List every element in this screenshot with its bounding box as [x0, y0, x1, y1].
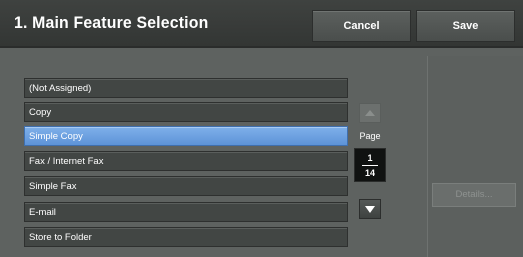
details-button[interactable]: Details...: [432, 183, 516, 207]
side-panel: [427, 56, 523, 257]
page-divider: [362, 165, 378, 166]
list-item-fax-internet-fax[interactable]: Fax / Internet Fax: [24, 151, 348, 171]
save-button[interactable]: Save: [416, 10, 515, 42]
triangle-down-icon: [365, 205, 375, 213]
list-item-store-to-folder[interactable]: Store to Folder: [24, 227, 348, 247]
cancel-button[interactable]: Cancel: [312, 10, 411, 42]
page-current: 1: [367, 153, 373, 163]
header-bar: 1. Main Feature Selection Cancel Save: [0, 0, 523, 48]
list-item-simple-copy[interactable]: Simple Copy: [24, 126, 348, 146]
page-label: Page: [359, 131, 381, 141]
list-item-simple-fax[interactable]: Simple Fax: [24, 176, 348, 196]
triangle-up-icon: [365, 110, 375, 116]
scroll-down-button[interactable]: [359, 199, 381, 219]
scroll-up-button[interactable]: [359, 103, 381, 123]
page-title: 1. Main Feature Selection: [14, 13, 209, 32]
list-item-not-assigned[interactable]: (Not Assigned): [24, 78, 348, 98]
page-total: 14: [364, 168, 375, 178]
list-item-email[interactable]: E-mail: [24, 202, 348, 222]
page-indicator: 1 14: [354, 148, 386, 182]
list-item-copy[interactable]: Copy: [24, 102, 348, 122]
